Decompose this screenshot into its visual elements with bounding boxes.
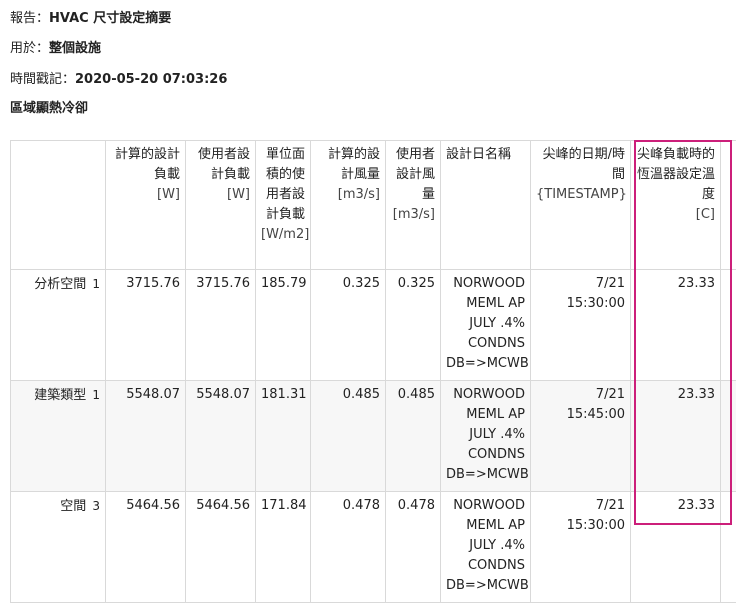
table-body: 分析空間 13715.763715.76185.790.3250.325NORW… (11, 270, 736, 603)
table-row: 空間 35464.565464.56171.840.4780.478NORWOO… (11, 492, 736, 603)
timestamp-line: 時間戳記：2020-05-20 07:03:26 (10, 71, 227, 89)
row-header: 建築類型 1 (11, 381, 106, 492)
table-cell (721, 270, 736, 381)
table-cell: 5548.07 (106, 381, 186, 492)
column-unit: [W] (157, 187, 180, 202)
table-cell: 5548.07 (186, 381, 256, 492)
table-cell: 7/21 15:30:00 (531, 492, 631, 603)
column-header: 使用者設計負載 [W] (186, 141, 256, 270)
row-name: 分析空間 (34, 277, 86, 292)
table-cell: 23.33 (631, 381, 721, 492)
report-label: 報告： (10, 11, 49, 26)
timestamp-label: 時間戳記： (10, 72, 75, 87)
column-header: 計算的設計負載 [W] (106, 141, 186, 270)
table-row: 建築類型 15548.075548.07181.310.4850.485NORW… (11, 381, 736, 492)
for-label: 用於： (10, 41, 49, 56)
column-unit: [m3/s] (338, 187, 380, 202)
section-title: 區域顯熱冷卻 (10, 100, 88, 118)
column-header-label: 計算的設計負載 (115, 147, 180, 182)
table-cell: 0.478 (311, 492, 386, 603)
column-header: 單位面積的使用者設計負載 [W/m2] (256, 141, 311, 270)
column-header: 使用者設計風量 [m3/s] (386, 141, 441, 270)
row-header: 分析空間 1 (11, 270, 106, 381)
row-name: 建築類型 (34, 388, 86, 403)
sizing-table: 計算的設計負載[W]使用者設計負載[W]單位面積的使用者設計負載[W/m2]計算… (10, 140, 736, 603)
table-cell: 0.485 (386, 381, 441, 492)
column-header: 尖 (721, 141, 736, 270)
table-cell: NORWOOD MEML AP JULY .4% CONDNS DB=>MCWB (441, 270, 531, 381)
table-cell: 181.31 (256, 381, 311, 492)
column-header: 設計日名稱 (441, 141, 531, 270)
table-cell: 5464.56 (106, 492, 186, 603)
table-cell: 0.325 (386, 270, 441, 381)
report-line: 報告：HVAC 尺寸設定摘要 (10, 10, 171, 28)
column-unit: {TIMESTAMP} (536, 187, 627, 202)
column-header-label: 尖峰負載時的恆溫器設定溫度 (637, 147, 715, 202)
column-header: 尖峰的日期/時間 {TIMESTAMP} (531, 141, 631, 270)
row-index: 1 (92, 277, 100, 291)
row-index: 1 (92, 388, 100, 402)
table-cell: 23.33 (631, 270, 721, 381)
column-header: 計算的設計風量 [m3/s] (311, 141, 386, 270)
table-cell: 0.485 (311, 381, 386, 492)
table-cell: 23.33 (631, 492, 721, 603)
table-cell: 3715.76 (106, 270, 186, 381)
timestamp-value: 2020-05-20 07:03:26 (75, 72, 227, 87)
table-cell: 171.84 (256, 492, 311, 603)
column-header-label: 計算的設計風量 (328, 147, 380, 182)
table-cell: NORWOOD MEML AP JULY .4% CONDNS DB=>MCWB (441, 492, 531, 603)
table-cell: 3715.76 (186, 270, 256, 381)
for-line: 用於：整個設施 (10, 40, 101, 58)
table-cell: 0.478 (386, 492, 441, 603)
row-index: 3 (92, 499, 100, 513)
column-header-label: 單位面積的使用者設計負載 (266, 147, 305, 222)
row-name: 空間 (60, 499, 86, 514)
row-header: 空間 3 (11, 492, 106, 603)
report-value: HVAC 尺寸設定摘要 (49, 11, 171, 26)
column-header-label: 設計日名稱 (446, 147, 511, 162)
column-unit: [C] (696, 207, 715, 222)
column-header-label: 使用者設計風量 (396, 147, 435, 202)
column-unit: [W/m2] (261, 227, 309, 242)
table-cell: 7/21 15:45:00 (531, 381, 631, 492)
table-cell: NORWOOD MEML AP JULY .4% CONDNS DB=>MCWB (441, 381, 531, 492)
header-row: 計算的設計負載[W]使用者設計負載[W]單位面積的使用者設計負載[W/m2]計算… (11, 141, 736, 270)
table-cell: 7/21 15:30:00 (531, 270, 631, 381)
table-cell: 0.325 (311, 270, 386, 381)
table-cell: 5464.56 (186, 492, 256, 603)
column-unit: [m3/s] (393, 207, 435, 222)
column-unit: [W] (227, 187, 250, 202)
for-value: 整個設施 (49, 41, 101, 56)
column-header: 尖峰負載時的恆溫器設定溫度 [C] (631, 141, 721, 270)
table-row: 分析空間 13715.763715.76185.790.3250.325NORW… (11, 270, 736, 381)
column-header-label: 尖峰的日期/時間 (543, 147, 625, 182)
header-corner (11, 141, 106, 270)
table-cell: 185.79 (256, 270, 311, 381)
table-cell (721, 492, 736, 603)
column-header-label: 使用者設計負載 (198, 147, 250, 182)
table-cell (721, 381, 736, 492)
